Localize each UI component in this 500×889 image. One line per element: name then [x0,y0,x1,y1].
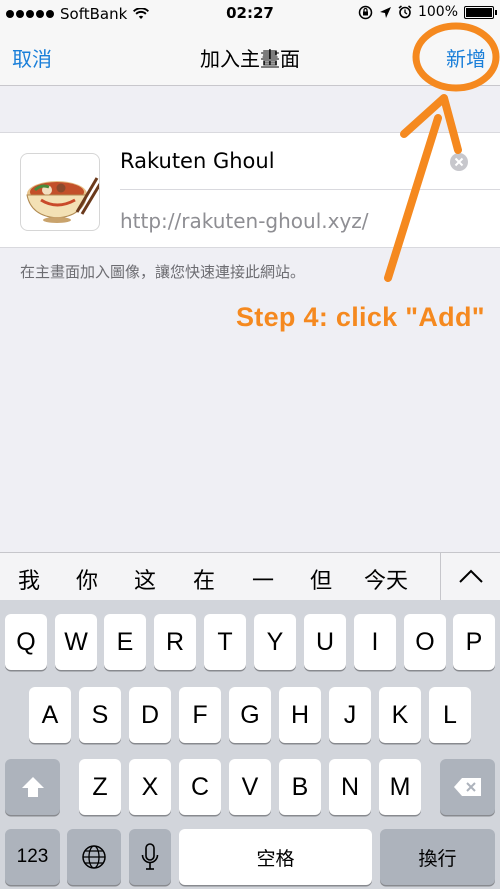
shift-key[interactable] [5,759,60,815]
step-annotation: Step 4: click "Add" [236,302,485,332]
ramen-bowl-icon [26,177,99,223]
status-bar: SoftBank 02:27 100% [0,0,500,28]
key[interactable]: C [179,759,221,815]
key[interactable]: G [229,687,271,743]
key[interactable]: K [379,687,421,743]
candidate-word[interactable]: 这 [134,563,156,595]
dictation-key[interactable] [129,829,171,885]
hint-text: 在主畫面加入圖像，讓您快速連接此網站。 [20,263,306,281]
candidate-separator [440,553,441,601]
key[interactable]: O [404,614,446,670]
key[interactable]: N [329,759,371,815]
chevron-up-icon[interactable] [458,567,484,585]
globe-icon [82,845,106,869]
status-right: 100% [358,4,497,20]
key[interactable]: A [29,687,71,743]
key[interactable]: L [429,687,471,743]
candidate-word[interactable]: 一 [252,563,274,595]
key[interactable]: J [329,687,371,743]
key[interactable]: Y [254,614,296,670]
numbers-key[interactable]: 123 [5,829,60,885]
candidate-word[interactable]: 但 [310,563,332,595]
rotation-lock-icon [358,5,373,19]
add-to-home-form: Rakuten Ghoul http://rakuten-ghoul.xyz/ [0,132,500,248]
field-divider [120,189,500,190]
candidate-bar: 我 你 这 在 一 但 今天 [0,552,500,601]
battery-icon [464,5,497,19]
name-input[interactable]: Rakuten Ghoul [120,149,275,173]
url-field: http://rakuten-ghoul.xyz/ [120,209,369,233]
keyboard: Q W E R T Y U I O P A S D F G H J K L Z … [0,600,500,889]
key[interactable]: H [279,687,321,743]
key[interactable]: E [104,614,146,670]
key[interactable]: R [154,614,196,670]
shift-arrow-icon [21,777,44,797]
candidate-word[interactable]: 你 [76,563,98,595]
add-button[interactable]: 新增 [446,43,486,72]
key[interactable]: I [354,614,396,670]
key[interactable]: F [179,687,221,743]
key[interactable]: T [204,614,246,670]
key[interactable]: M [379,759,421,815]
alarm-icon [398,5,412,19]
key[interactable]: Q [5,614,47,670]
candidate-word[interactable]: 今天 [364,563,408,595]
key[interactable]: B [279,759,321,815]
key[interactable]: S [79,687,121,743]
page-title: 加入主畫面 [200,47,300,71]
nav-bar: 取消 加入主畫面 新增 [0,28,500,86]
return-key[interactable]: 換行 [380,829,495,885]
key[interactable]: W [55,614,97,670]
battery-label: 100% [417,4,458,20]
space-key[interactable]: 空格 [179,829,372,885]
key[interactable]: D [129,687,171,743]
key[interactable]: U [304,614,346,670]
site-icon-thumbnail [20,153,100,231]
delete-key[interactable] [440,759,495,815]
globe-key[interactable] [67,829,121,885]
key[interactable]: V [229,759,271,815]
location-icon [379,6,391,18]
candidate-word[interactable]: 在 [193,563,215,595]
backspace-icon [453,778,481,796]
key[interactable]: Z [79,759,121,815]
candidate-word[interactable]: 我 [18,563,40,595]
key[interactable]: P [453,614,495,670]
key[interactable]: X [129,759,171,815]
clear-text-icon[interactable] [449,152,469,172]
microphone-icon [141,843,159,870]
